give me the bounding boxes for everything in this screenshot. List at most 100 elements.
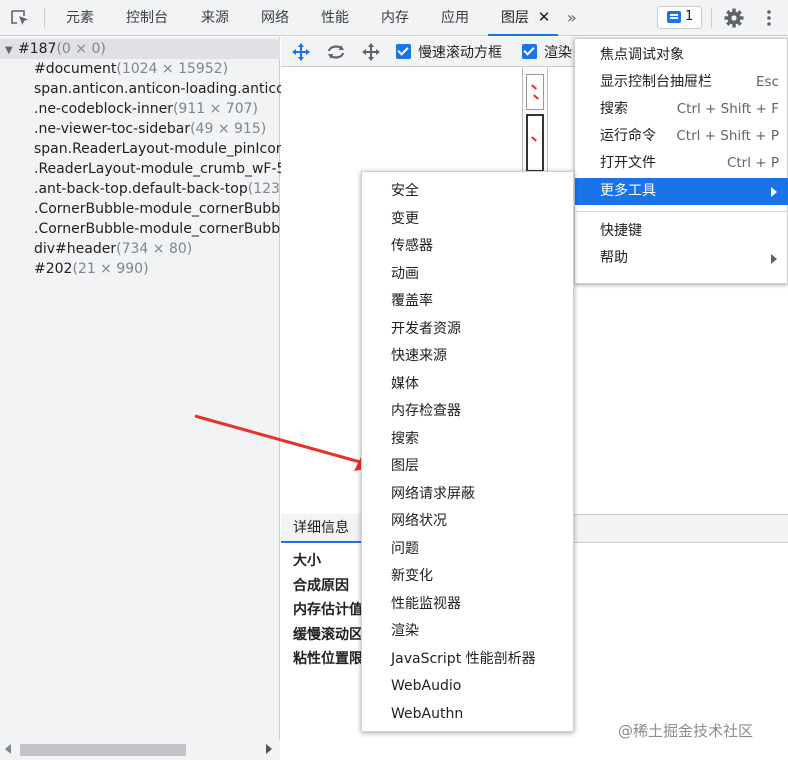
- juejin-watermark: @稀土掘金技术社区: [618, 722, 754, 740]
- toolbar-divider: [711, 8, 712, 28]
- paints-label: 渲染: [544, 45, 572, 61]
- close-tab-icon[interactable]: ✕: [536, 9, 552, 25]
- inspect-element-icon[interactable]: [9, 8, 31, 28]
- tree-node[interactable]: .CornerBubble-module_cornerBubble: [34, 199, 293, 219]
- menu-item-label: 焦点调试对象: [600, 47, 684, 63]
- tab-application[interactable]: 应用: [441, 0, 469, 36]
- menu-item-open-file[interactable]: 打开文件 Ctrl + P: [575, 150, 788, 177]
- submenu-item[interactable]: 传感器: [362, 233, 573, 260]
- tab-details[interactable]: 详细信息: [281, 514, 361, 543]
- submenu-item[interactable]: 内存检查器: [362, 398, 573, 425]
- slow-scroll-rects-label: 慢速滚动方框: [418, 45, 502, 61]
- tab-console[interactable]: 控制台: [126, 0, 168, 36]
- rotate-mode-icon[interactable]: [325, 42, 347, 66]
- tree-node[interactable]: .ne-viewer-toc-sidebar(49 × 915): [34, 119, 266, 139]
- tab-memory[interactable]: 内存: [381, 0, 409, 36]
- submenu-arrow-icon: [771, 254, 777, 264]
- scroll-left-arrow-icon[interactable]: [5, 744, 11, 754]
- tree-node-dims: (21 × 990): [72, 261, 149, 277]
- menu-item-label: 更多工具: [600, 183, 656, 199]
- customize-kebab-menu-icon[interactable]: [763, 9, 775, 27]
- slow-scroll-rects-checkbox[interactable]: [396, 44, 411, 59]
- submenu-item[interactable]: 图层: [362, 453, 573, 480]
- more-tools-submenu: 安全 变更 传感器 动画 覆盖率 开发者资源 快速来源 媒体 内存检查器 搜索 图层 网络请求屏蔽 网络…: [361, 171, 574, 732]
- tab-elements[interactable]: 元素: [66, 0, 94, 36]
- tab-sources[interactable]: 来源: [201, 0, 229, 36]
- toolbar-divider: [44, 8, 45, 28]
- menu-item-label: 搜索: [600, 101, 628, 117]
- issues-counter-button[interactable]: 1: [657, 6, 702, 29]
- menu-item-shortcuts[interactable]: 快捷键: [575, 218, 788, 245]
- reset-transform-icon[interactable]: [360, 42, 382, 66]
- submenu-item[interactable]: 媒体: [362, 371, 573, 398]
- tab-layers-label: 图层: [501, 10, 529, 26]
- more-tabs-chevron-icon[interactable]: »: [567, 0, 577, 36]
- submenu-item[interactable]: 网络请求屏蔽: [362, 481, 573, 508]
- detail-label-compositing-reasons: 合成原因: [293, 578, 349, 594]
- submenu-item[interactable]: 变更: [362, 206, 573, 233]
- tab-network[interactable]: 网络: [261, 0, 289, 36]
- tree-root-node[interactable]: ▼ #187(0 × 0): [0, 39, 280, 59]
- tree-node-dims: (49 × 915): [190, 121, 267, 137]
- menu-item-label: 帮助: [600, 250, 628, 266]
- submenu-item[interactable]: 覆盖率: [362, 288, 573, 315]
- tree-node-name: span.ReaderLayout-module_pinIcon_Q: [34, 141, 303, 157]
- paints-checkbox[interactable]: [522, 44, 537, 59]
- submenu-item[interactable]: 渲染: [362, 618, 573, 645]
- submenu-item[interactable]: 性能监视器: [362, 591, 573, 618]
- tree-node-name: #document: [34, 61, 117, 77]
- pan-mode-icon[interactable]: [290, 42, 312, 66]
- tree-node[interactable]: span.ReaderLayout-module_pinIcon_Q: [34, 139, 303, 159]
- detail-label-size: 大小: [293, 553, 321, 569]
- tree-node-name: .ant-back-top.default-back-top: [34, 181, 248, 197]
- submenu-item[interactable]: WebAuthn: [362, 701, 573, 728]
- menu-item-focus-debuggee[interactable]: 焦点调试对象: [575, 42, 788, 69]
- menu-item-shortcut: Ctrl + Shift + P: [676, 128, 779, 144]
- submenu-item[interactable]: 开发者资源: [362, 316, 573, 343]
- submenu-item[interactable]: JavaScript 性能剖析器: [362, 646, 573, 673]
- menu-item-label: 显示控制台抽屉栏: [600, 74, 712, 90]
- menu-item-label: 运行命令: [600, 128, 656, 144]
- expand-triangle-icon[interactable]: ▼: [0, 41, 18, 61]
- menu-item-help[interactable]: 帮助: [575, 245, 788, 272]
- tree-node[interactable]: div#header(734 × 80): [34, 239, 192, 259]
- detail-label-slow-scroll-regions: 缓慢滚动区: [293, 627, 363, 643]
- tree-node-dims: (734 × 80): [116, 241, 193, 257]
- red-pointer-arrow: [194, 414, 376, 471]
- menu-item-run-command[interactable]: 运行命令 Ctrl + Shift + P: [575, 123, 788, 150]
- menu-item-label: 打开文件: [600, 155, 656, 171]
- submenu-item[interactable]: 安全: [362, 178, 573, 205]
- tree-node[interactable]: .CornerBubble-module_cornerBubble: [34, 219, 293, 239]
- submenu-item[interactable]: 搜索: [362, 426, 573, 453]
- menu-item-more-tools[interactable]: 更多工具: [575, 178, 788, 205]
- tree-node-name: #187: [18, 41, 57, 57]
- horizontal-scrollbar[interactable]: [0, 740, 280, 760]
- tree-node[interactable]: #document(1024 × 15952): [34, 59, 228, 79]
- submenu-item[interactable]: WebAudio: [362, 673, 573, 700]
- menu-item-show-console-drawer[interactable]: 显示控制台抽屉栏 Esc: [575, 69, 788, 96]
- submenu-item[interactable]: 快速来源: [362, 343, 573, 370]
- tree-node-name: .CornerBubble-module_cornerBubble: [34, 201, 293, 217]
- tree-node-dims: (0 × 0): [56, 41, 106, 57]
- menu-item-search[interactable]: 搜索 Ctrl + Shift + F: [575, 96, 788, 123]
- customize-menu: 焦点调试对象 显示控制台抽屉栏 Esc 搜索 Ctrl + Shift + F 运行…: [574, 38, 788, 284]
- issue-message-icon: [667, 11, 681, 23]
- tree-node[interactable]: #202(21 × 990): [34, 259, 149, 279]
- panel-tab-bar: 元素 控制台 来源 网络 性能 内存 应用 图层 ✕ » 1: [0, 0, 788, 36]
- submenu-item[interactable]: 网络状况: [362, 508, 573, 535]
- submenu-item[interactable]: 动画: [362, 261, 573, 288]
- scrollbar-thumb[interactable]: [20, 744, 186, 756]
- tab-performance[interactable]: 性能: [321, 0, 349, 36]
- tree-node-name: #202: [34, 261, 73, 277]
- scroll-right-arrow-icon[interactable]: [266, 744, 272, 754]
- detail-label-sticky-position: 粘性位置限: [293, 651, 363, 667]
- tree-node[interactable]: .ReaderLayout-module_crumb_wF-5C: [34, 159, 295, 179]
- tree-node[interactable]: span.anticon.anticon-loading.anticon-: [34, 79, 299, 99]
- tree-node-name: .CornerBubble-module_cornerBubble: [34, 221, 293, 237]
- tree-node-dims: (1024 × 15952): [116, 61, 229, 77]
- settings-gear-icon[interactable]: [723, 7, 745, 29]
- submenu-item[interactable]: 新变化: [362, 563, 573, 590]
- tree-node[interactable]: .ne-codeblock-inner(911 × 707): [34, 99, 258, 119]
- submenu-item[interactable]: 问题: [362, 536, 573, 563]
- tree-node[interactable]: .ant-back-top.default-back-top(123 ×: [34, 179, 296, 199]
